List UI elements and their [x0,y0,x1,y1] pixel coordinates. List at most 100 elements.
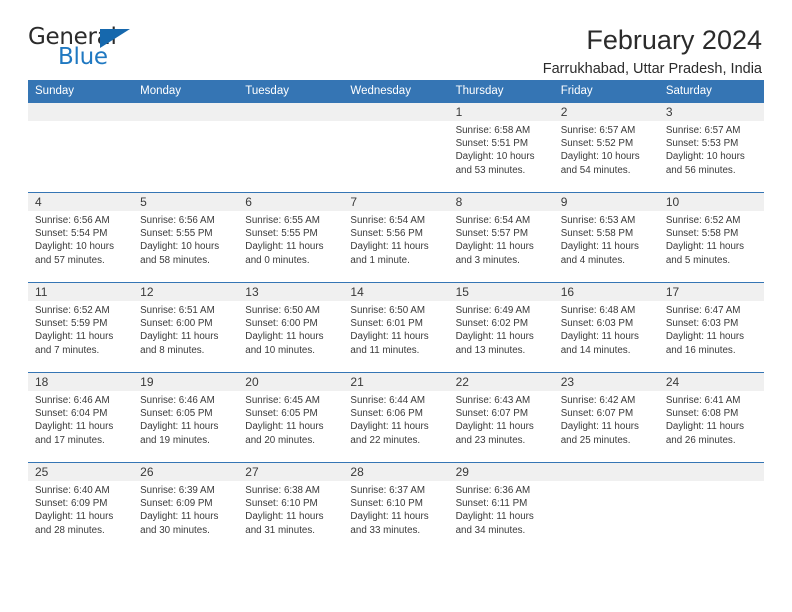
daylight-text: Daylight: 10 hours and 58 minutes. [140,241,220,266]
daylight-text: Daylight: 11 hours and 28 minutes. [35,511,114,536]
calendar-day-cell[interactable]: 20 Sunrise: 6:45 AM Sunset: 6:05 PM Dayligh… [238,372,344,463]
calendar-day-cell[interactable]: 7 Sunrise: 6:54 AM Sunset: 5:56 PM Daylight… [343,192,449,283]
calendar-day-cell[interactable]: 4 Sunrise: 6:56 AM Sunset: 5:54 PM Daylight… [28,192,134,283]
calendar-day-cell[interactable]: 17 Sunrise: 6:47 AM Sunset: 6:03 PM Dayligh… [658,282,764,373]
weekday-header-friday: Friday [553,80,659,103]
daylight-text: Daylight: 11 hours and 5 minutes. [665,241,745,266]
day-number [133,103,239,121]
sunset-text: Sunset: 6:08 PM [665,408,739,420]
day-sun-info: Sunrise: 6:44 AM Sunset: 6:06 PM Daylight:… [343,391,448,447]
calendar-day-cell[interactable]: 27 Sunrise: 6:38 AM Sunset: 6:10 PM Dayligh… [238,462,344,552]
sunrise-text: Sunrise: 6:54 AM [455,215,531,226]
day-cell-body: 22 Sunrise: 6:43 AM Sunset: 6:07 PM Dayligh… [448,373,554,462]
day-number: 19 [133,373,239,391]
day-number: 26 [133,463,239,481]
day-number: 5 [133,193,239,211]
sunrise-text: Sunrise: 6:46 AM [140,395,215,406]
daylight-text: Daylight: 11 hours and 7 minutes. [35,331,114,356]
sunrise-text: Sunrise: 6:40 AM [35,485,110,496]
daylight-text: Daylight: 11 hours and 30 minutes. [140,511,219,536]
day-number: 3 [658,103,764,121]
day-number: 22 [448,373,554,391]
day-number: 2 [553,103,659,121]
calendar-day-cell[interactable]: 22 Sunrise: 6:43 AM Sunset: 6:07 PM Dayligh… [448,372,554,463]
sunset-text: Sunset: 6:09 PM [140,498,213,510]
calendar-day-cell[interactable]: 11 Sunrise: 6:52 AM Sunset: 5:59 PM Dayligh… [28,282,134,373]
daylight-text: Daylight: 10 hours and 54 minutes. [560,151,640,176]
sunset-text: Sunset: 6:06 PM [350,408,423,420]
sunset-text: Sunset: 6:10 PM [245,498,318,510]
day-sun-info: Sunrise: 6:53 AM Sunset: 5:58 PM Daylight:… [554,211,659,267]
sunrise-text: Sunrise: 6:41 AM [665,395,741,406]
day-sun-info: Sunrise: 6:49 AM Sunset: 6:02 PM Daylight:… [449,301,554,357]
weekday-header-wednesday: Wednesday [343,80,449,103]
day-cell-body [658,463,764,552]
sunrise-text: Sunrise: 6:49 AM [455,305,531,316]
day-number: 7 [343,193,449,211]
day-cell-body: 29 Sunrise: 6:36 AM Sunset: 6:11 PM Dayligh… [448,463,554,552]
day-cell-body [553,463,659,552]
calendar-day-cell[interactable]: 2 Sunrise: 6:57 AM Sunset: 5:52 PM Daylight… [553,102,659,193]
calendar-day-cell[interactable]: 14 Sunrise: 6:50 AM Sunset: 6:01 PM Dayligh… [343,282,449,373]
day-cell-body: 24 Sunrise: 6:41 AM Sunset: 6:08 PM Dayligh… [658,373,764,462]
calendar-day-cell[interactable]: 9 Sunrise: 6:53 AM Sunset: 5:58 PM Daylight… [553,192,659,283]
calendar-day-cell[interactable]: 1 Sunrise: 6:58 AM Sunset: 5:51 PM Daylight… [448,102,554,193]
daylight-text: Daylight: 11 hours and 13 minutes. [455,331,534,356]
sunset-text: Sunset: 6:03 PM [665,318,739,330]
day-number [343,103,449,121]
sunrise-text: Sunrise: 6:55 AM [245,215,320,226]
calendar-day-cell[interactable]: 13 Sunrise: 6:50 AM Sunset: 6:00 PM Dayligh… [238,282,344,373]
general-blue-logo[interactable]: General Blue [28,26,148,72]
sunset-text: Sunset: 5:55 PM [140,228,213,240]
calendar-week-row: 4 Sunrise: 6:56 AM Sunset: 5:54 PM Daylight… [28,192,764,283]
calendar-day-cell[interactable]: 10 Sunrise: 6:52 AM Sunset: 5:58 PM Dayligh… [658,192,764,283]
day-cell-body: 18 Sunrise: 6:46 AM Sunset: 6:04 PM Dayligh… [28,373,134,462]
sunset-text: Sunset: 6:05 PM [245,408,318,420]
day-sun-info: Sunrise: 6:43 AM Sunset: 6:07 PM Daylight:… [449,391,554,447]
day-cell-body [133,103,239,192]
calendar-day-cell[interactable]: 15 Sunrise: 6:49 AM Sunset: 6:02 PM Dayligh… [448,282,554,373]
calendar-day-cell[interactable]: 6 Sunrise: 6:55 AM Sunset: 5:55 PM Daylight… [238,192,344,283]
day-cell-body: 15 Sunrise: 6:49 AM Sunset: 6:02 PM Dayligh… [448,283,554,372]
sunrise-text: Sunrise: 6:52 AM [35,305,110,316]
sunrise-text: Sunrise: 6:44 AM [350,395,426,406]
day-sun-info: Sunrise: 6:54 AM Sunset: 5:57 PM Daylight:… [449,211,554,267]
daylight-text: Daylight: 11 hours and 8 minutes. [140,331,219,356]
calendar-day-cell[interactable]: 28 Sunrise: 6:37 AM Sunset: 6:10 PM Dayligh… [343,462,449,552]
day-sun-info [343,121,448,124]
sunrise-text: Sunrise: 6:57 AM [560,125,636,136]
day-number: 27 [238,463,344,481]
calendar-day-cell[interactable]: 29 Sunrise: 6:36 AM Sunset: 6:11 PM Dayligh… [448,462,554,552]
day-sun-info [28,121,133,124]
calendar-day-cell[interactable]: 23 Sunrise: 6:42 AM Sunset: 6:07 PM Dayligh… [553,372,659,463]
calendar-day-cell[interactable]: 5 Sunrise: 6:56 AM Sunset: 5:55 PM Daylight… [133,192,239,283]
daylight-text: Daylight: 10 hours and 53 minutes. [455,151,535,176]
day-number: 13 [238,283,344,301]
day-sun-info: Sunrise: 6:47 AM Sunset: 6:03 PM Daylight:… [659,301,764,357]
calendar-week-row: 1 Sunrise: 6:58 AM Sunset: 5:51 PM Daylight… [28,102,764,193]
calendar-day-cell[interactable]: 16 Sunrise: 6:48 AM Sunset: 6:03 PM Dayligh… [553,282,659,373]
sunrise-text: Sunrise: 6:52 AM [665,215,741,226]
sunrise-text: Sunrise: 6:54 AM [350,215,426,226]
calendar-day-cell[interactable]: 26 Sunrise: 6:39 AM Sunset: 6:09 PM Dayligh… [133,462,239,552]
day-sun-info [659,481,764,484]
day-cell-body: 21 Sunrise: 6:44 AM Sunset: 6:06 PM Dayligh… [343,373,449,462]
calendar-day-cell[interactable]: 12 Sunrise: 6:51 AM Sunset: 6:00 PM Dayligh… [133,282,239,373]
sunset-text: Sunset: 5:53 PM [665,138,739,150]
sunrise-text: Sunrise: 6:38 AM [245,485,320,496]
daylight-text: Daylight: 11 hours and 16 minutes. [665,331,745,356]
day-cell-body: 20 Sunrise: 6:45 AM Sunset: 6:05 PM Dayligh… [238,373,344,462]
calendar-day-cell[interactable]: 24 Sunrise: 6:41 AM Sunset: 6:08 PM Dayligh… [658,372,764,463]
day-cell-body: 23 Sunrise: 6:42 AM Sunset: 6:07 PM Dayligh… [553,373,659,462]
day-sun-info: Sunrise: 6:56 AM Sunset: 5:55 PM Daylight:… [133,211,238,267]
calendar-day-cell[interactable]: 21 Sunrise: 6:44 AM Sunset: 6:06 PM Dayligh… [343,372,449,463]
day-number: 23 [553,373,659,391]
calendar-day-cell[interactable]: 3 Sunrise: 6:57 AM Sunset: 5:53 PM Daylight… [658,102,764,193]
calendar-day-cell[interactable]: 25 Sunrise: 6:40 AM Sunset: 6:09 PM Dayligh… [28,462,134,552]
calendar-day-cell[interactable]: 19 Sunrise: 6:46 AM Sunset: 6:05 PM Dayligh… [133,372,239,463]
calendar-week-row: 11 Sunrise: 6:52 AM Sunset: 5:59 PM Dayligh… [28,282,764,373]
day-number [238,103,344,121]
day-number: 6 [238,193,344,211]
calendar-day-cell[interactable]: 8 Sunrise: 6:54 AM Sunset: 5:57 PM Daylight… [448,192,554,283]
calendar-day-cell[interactable]: 18 Sunrise: 6:46 AM Sunset: 6:04 PM Dayligh… [28,372,134,463]
